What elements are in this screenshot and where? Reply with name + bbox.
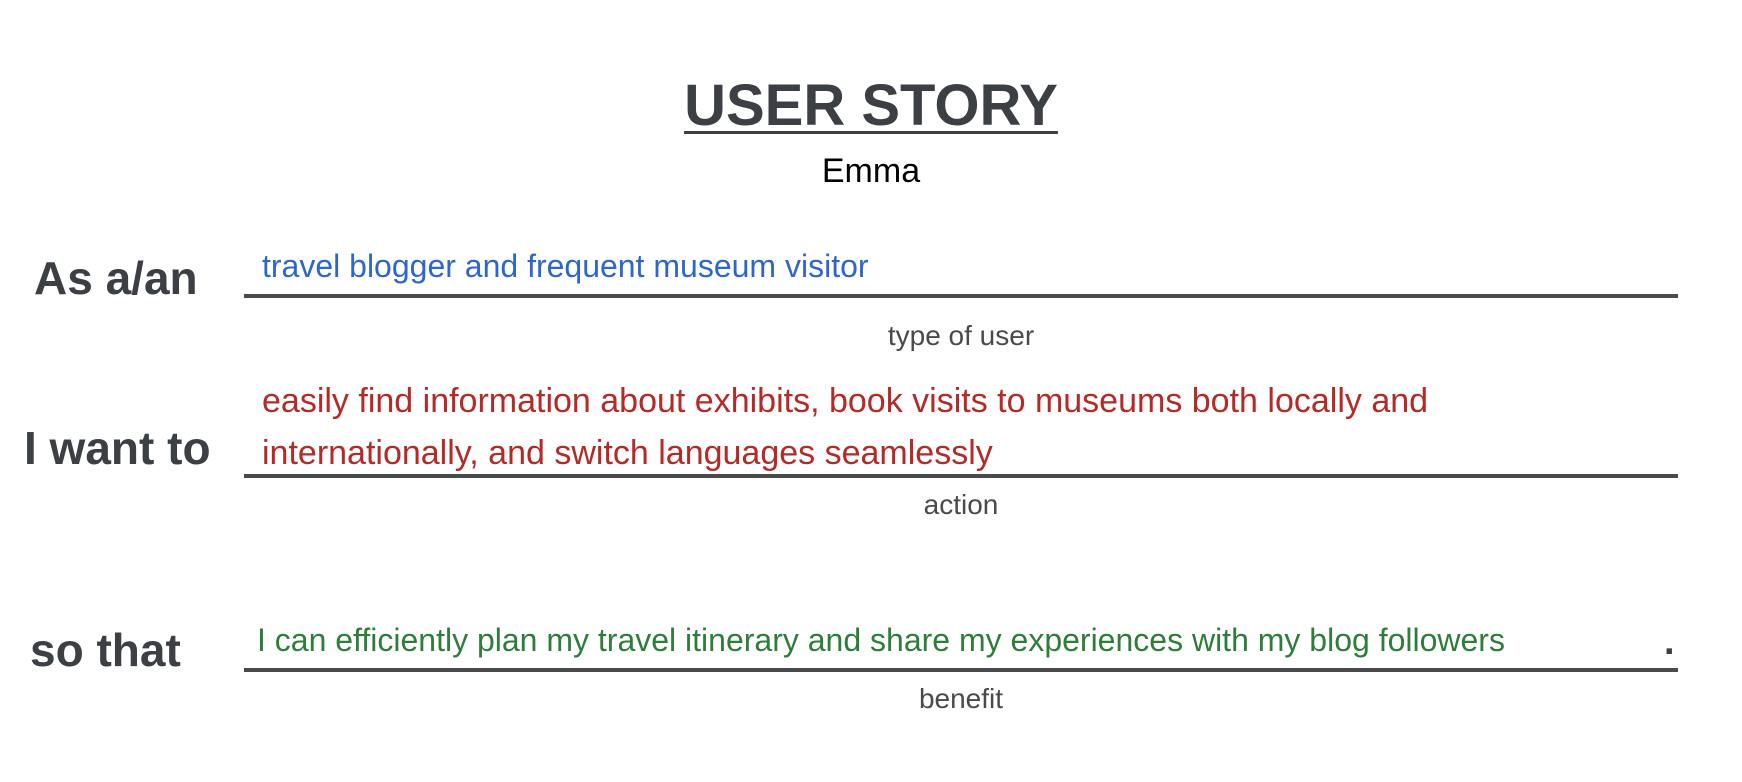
action-underline (244, 474, 1678, 478)
user-type-underline (244, 294, 1678, 298)
persona-name: Emma (821, 152, 921, 190)
user-type-value: travel blogger and frequent museum visit… (262, 248, 869, 284)
user-type-caption: type of user (887, 320, 1035, 351)
benefit-value: I can efficiently plan my travel itinera… (257, 622, 1505, 658)
action-caption: action (923, 489, 999, 520)
sentence-period: . (1664, 621, 1675, 663)
action-label: I want to (24, 422, 211, 474)
benefit-underline (244, 668, 1678, 672)
user-type-label: As a/an (34, 252, 198, 304)
page-title: USER STORY (684, 73, 1058, 138)
benefit-label: so that (30, 624, 181, 676)
action-value-line-1: easily find information about exhibits, … (262, 382, 1429, 420)
benefit-caption: benefit (918, 683, 1004, 714)
action-value-line-2: internationally, and switch languages se… (262, 434, 993, 472)
